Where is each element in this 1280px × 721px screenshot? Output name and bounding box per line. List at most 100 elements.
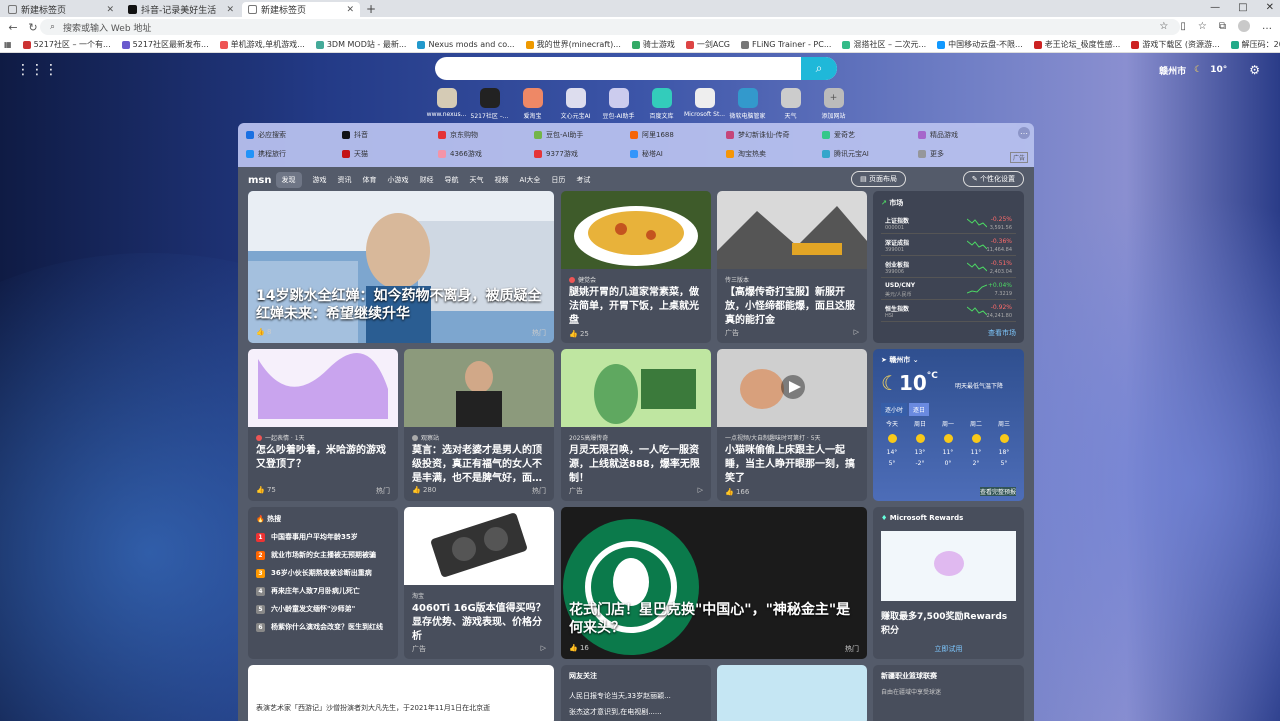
shortcut-link[interactable]: 豆包-AI助手 — [534, 130, 630, 140]
feed-tab[interactable]: 考试 — [576, 175, 590, 185]
minimize-button[interactable]: — — [1210, 2, 1220, 13]
bookmark-item[interactable]: 游戏下载区 (资源游... — [1131, 39, 1220, 50]
shortcut-link[interactable]: 京东购物 — [438, 130, 534, 140]
apps-grid-icon[interactable]: ⋮⋮⋮ — [16, 62, 58, 78]
top-weather[interactable]: 赣州市 ☾ 10° ⚙ — [1159, 63, 1260, 77]
shortcut-link[interactable]: 抖音 — [342, 130, 438, 140]
forecast-day[interactable]: 周三 18° 5° — [991, 419, 1017, 467]
quick-link[interactable]: www.nexus... — [425, 88, 468, 120]
hot-item[interactable]: 1 中国春事用户平均年龄35岁 — [256, 532, 358, 542]
league-widget[interactable]: 新疆职业篮球联赛 自由在疆域中享受球迷 — [873, 665, 1024, 721]
quick-link[interactable]: 微软电脑管家 — [726, 88, 769, 120]
hot-item[interactable]: 5 六小龄童发文缅怀"沙师弟" — [256, 604, 355, 614]
market-row[interactable]: USD/CNY 美元/人民币 +0.04% 7.3219 — [881, 279, 1016, 300]
hot-search-widget[interactable]: 🔥 热搜 1 中国春事用户平均年龄35岁 2 就业市场新的女主播被无预期被骗 3 36岁小… — [248, 507, 398, 659]
shortcut-link[interactable]: 天猫 — [342, 149, 438, 159]
bookmark-item[interactable]: 单机游戏,单机游戏... — [219, 39, 305, 50]
market-row[interactable]: 上证指数 000001 -0.25% 3,591.56 — [881, 213, 1016, 234]
shortcut-link[interactable]: 精品游戏 — [918, 130, 1014, 140]
shortcut-link[interactable]: 阿里1688 — [630, 130, 726, 140]
bookmark-item[interactable]: 骑士游戏 — [631, 39, 675, 50]
close-icon[interactable]: ✕ — [346, 5, 354, 15]
star-icon[interactable]: ☆ — [1159, 21, 1168, 32]
hourly-tab[interactable]: 逐小时 — [881, 403, 908, 416]
market-row[interactable]: 创业板指 399006 -0.51% 2,403.04 — [881, 257, 1016, 278]
search-box[interactable]: ⌕ — [435, 57, 837, 80]
hot-item[interactable]: 6 杨紫你什么演戏会改变？医生到红线 — [256, 622, 383, 632]
follow-widget[interactable]: 网友关注 人民日报专论当天,33岁赵丽颖... 张杰这才意识到,在电视剧....… — [561, 665, 711, 721]
bookmark-item[interactable]: Nexus mods and co... — [417, 40, 515, 49]
feed-tab[interactable]: 日历 — [551, 175, 565, 185]
shortcut-link[interactable]: 腾讯元宝AI — [822, 149, 918, 159]
shortcut-link[interactable]: 秘塔AI — [630, 149, 726, 159]
tab-douyin[interactable]: 抖音-记录美好生活 ✕ — [122, 2, 240, 17]
favorites-icon[interactable]: ☆ — [1198, 21, 1207, 32]
back-button[interactable]: ← — [6, 21, 20, 34]
shortcut-link[interactable]: 梦幻新诛仙-传奇 — [726, 130, 822, 140]
tab-newtab-1[interactable]: 新建标签页 ✕ — [2, 2, 120, 17]
full-forecast-link[interactable]: 查看完整预报 — [979, 487, 1016, 496]
weather-widget[interactable]: ➤ 赣州市 ⌄ ☾10°C 明天最低气温下降 逐小时 逐日 今天 14° 5° 周日 13… — [873, 349, 1024, 501]
bookmark-item[interactable]: 我的世界(minecraft)... — [525, 39, 621, 50]
shortcut-link[interactable]: 携程旅行 — [246, 149, 342, 159]
bookmark-item[interactable]: FLiNG Trainer - PC... — [741, 40, 831, 49]
personalize-button[interactable]: ✎ 个性化设置 — [962, 171, 1024, 187]
quick-link[interactable]: 百度文库 — [640, 88, 683, 120]
quick-link[interactable]: 豆包-AI助手 — [597, 88, 640, 120]
new-tab-button[interactable]: + — [366, 2, 376, 17]
bottom-image-card[interactable] — [717, 665, 867, 721]
food-card[interactable]: 健觉会 腿姚开胃的几道家常素菜，做法简单，开胃下饭，上桌就光盘 👍 25 — [561, 191, 711, 343]
news-card-2[interactable]: 观察站 莫言：选对老婆才是男人的顶级投资，真正有福气的女人不是丰满，也不是脾气好… — [404, 349, 554, 501]
hot-item[interactable]: 2 就业市场新的女主播被无预期被骗 — [256, 550, 376, 560]
more-icon[interactable]: … — [1262, 21, 1272, 32]
shortcut-link[interactable]: 9377游戏 — [534, 149, 630, 159]
shortcut-link[interactable]: 爱奇艺 — [822, 130, 918, 140]
refresh-button[interactable]: ↻ — [26, 21, 40, 34]
bookmark-item[interactable]: 混搭社区 – 二次元... — [842, 39, 926, 50]
layout-button[interactable]: ▤ 页面布局 — [851, 171, 906, 187]
market-row[interactable]: 恒生指数 HSI -0.92% 24,241.80 — [881, 301, 1016, 322]
quick-link[interactable]: 文心元宝AI — [554, 88, 597, 120]
quick-link[interactable]: 5217社区 –... — [468, 88, 511, 120]
feed-tab[interactable]: 体育 — [363, 175, 377, 185]
feed-tab[interactable]: 财经 — [420, 175, 434, 185]
quick-link[interactable]: 爱淘宝 — [511, 88, 554, 120]
maximize-button[interactable]: □ — [1238, 2, 1247, 13]
feed-tab[interactable]: 导航 — [445, 175, 459, 185]
address-bar[interactable]: ⌕ 搜索或输入 Web 地址 — [40, 19, 1180, 35]
see-market-link[interactable]: 查看市场 — [988, 328, 1016, 338]
bookmark-item[interactable]: 5217社区 – 一个有... — [22, 39, 111, 50]
more-options-icon[interactable]: … — [1018, 127, 1030, 139]
forecast-day[interactable]: 周一 11° 0° — [935, 419, 961, 467]
close-icon[interactable]: ✕ — [106, 5, 114, 15]
tab-newtab-active[interactable]: 新建标签页 ✕ — [242, 2, 360, 17]
quick-link[interactable]: 天气 — [769, 88, 812, 120]
bookmark-item[interactable]: 中国移动云盘-不限... — [937, 39, 1023, 50]
starbucks-card[interactable]: 花式门店！星巴克换"中国心"，"神秘金主"是何来头？ 👍 16 热门 — [561, 507, 867, 659]
gpu-card[interactable]: 淘宝 4060Ti 16G版本值得买吗？显存优势、游戏表现、价格分析 广告 ▷ — [404, 507, 554, 659]
feed-tab[interactable]: 发现 — [275, 172, 302, 188]
try-now-link[interactable]: 立即试用 — [873, 644, 1024, 654]
like-count[interactable]: 👍 8 — [256, 328, 271, 338]
forecast-day[interactable]: 周二 11° 2° — [963, 419, 989, 467]
bookmark-item[interactable]: 5217社区最新发布... — [121, 39, 209, 50]
close-window-button[interactable]: ✕ — [1266, 2, 1274, 13]
bookmark-item[interactable]: 一剑ACG — [685, 39, 730, 50]
quick-link[interactable]: + 添加网站 — [812, 88, 855, 120]
split-icon[interactable]: ▯ — [1180, 21, 1186, 32]
shortcut-link[interactable]: 更多 — [918, 149, 1014, 159]
close-icon[interactable]: ✕ — [226, 5, 234, 15]
forecast-day[interactable]: 周日 13° -2° — [907, 419, 933, 467]
news-card-4[interactable]: 一点视频/大自制趣味时可第打 · 5天 小猫咪偷偷上床跟主人一起睡，当主人睁开眼… — [717, 349, 867, 501]
news-bottom-card[interactable]: 表演艺术家「西游记」沙僧扮演者刘大凡先生，于2021年11月1日在北京逝 — [248, 665, 554, 721]
game-ad-card[interactable]: 传三版本 【高爆传奇打宝服】新服开放，小怪缔都能爆，面且这服真的能打金 广告 ▷ — [717, 191, 867, 343]
like-count[interactable]: 👍 25 — [569, 330, 589, 338]
forecast-day[interactable]: 今天 14° 5° — [879, 419, 905, 467]
shortcut-link[interactable]: 必应搜索 — [246, 130, 342, 140]
apps-icon[interactable]: ▦ — [4, 40, 12, 49]
news-card-1[interactable]: 一起表情 · 1天 怎么吵着吵着，米哈游的游戏又登顶了？ 👍 75 热门 — [248, 349, 398, 501]
shortcut-link[interactable]: 淘宝热卖 — [726, 149, 822, 159]
feed-tab[interactable]: 游戏 — [313, 175, 327, 185]
feed-tab[interactable]: 小游戏 — [388, 175, 409, 185]
news-card-3[interactable]: 2025高爆传奇 月灵无限召唤，一人吃一服资源，上线就送888，爆率无限制！ 广… — [561, 349, 711, 501]
